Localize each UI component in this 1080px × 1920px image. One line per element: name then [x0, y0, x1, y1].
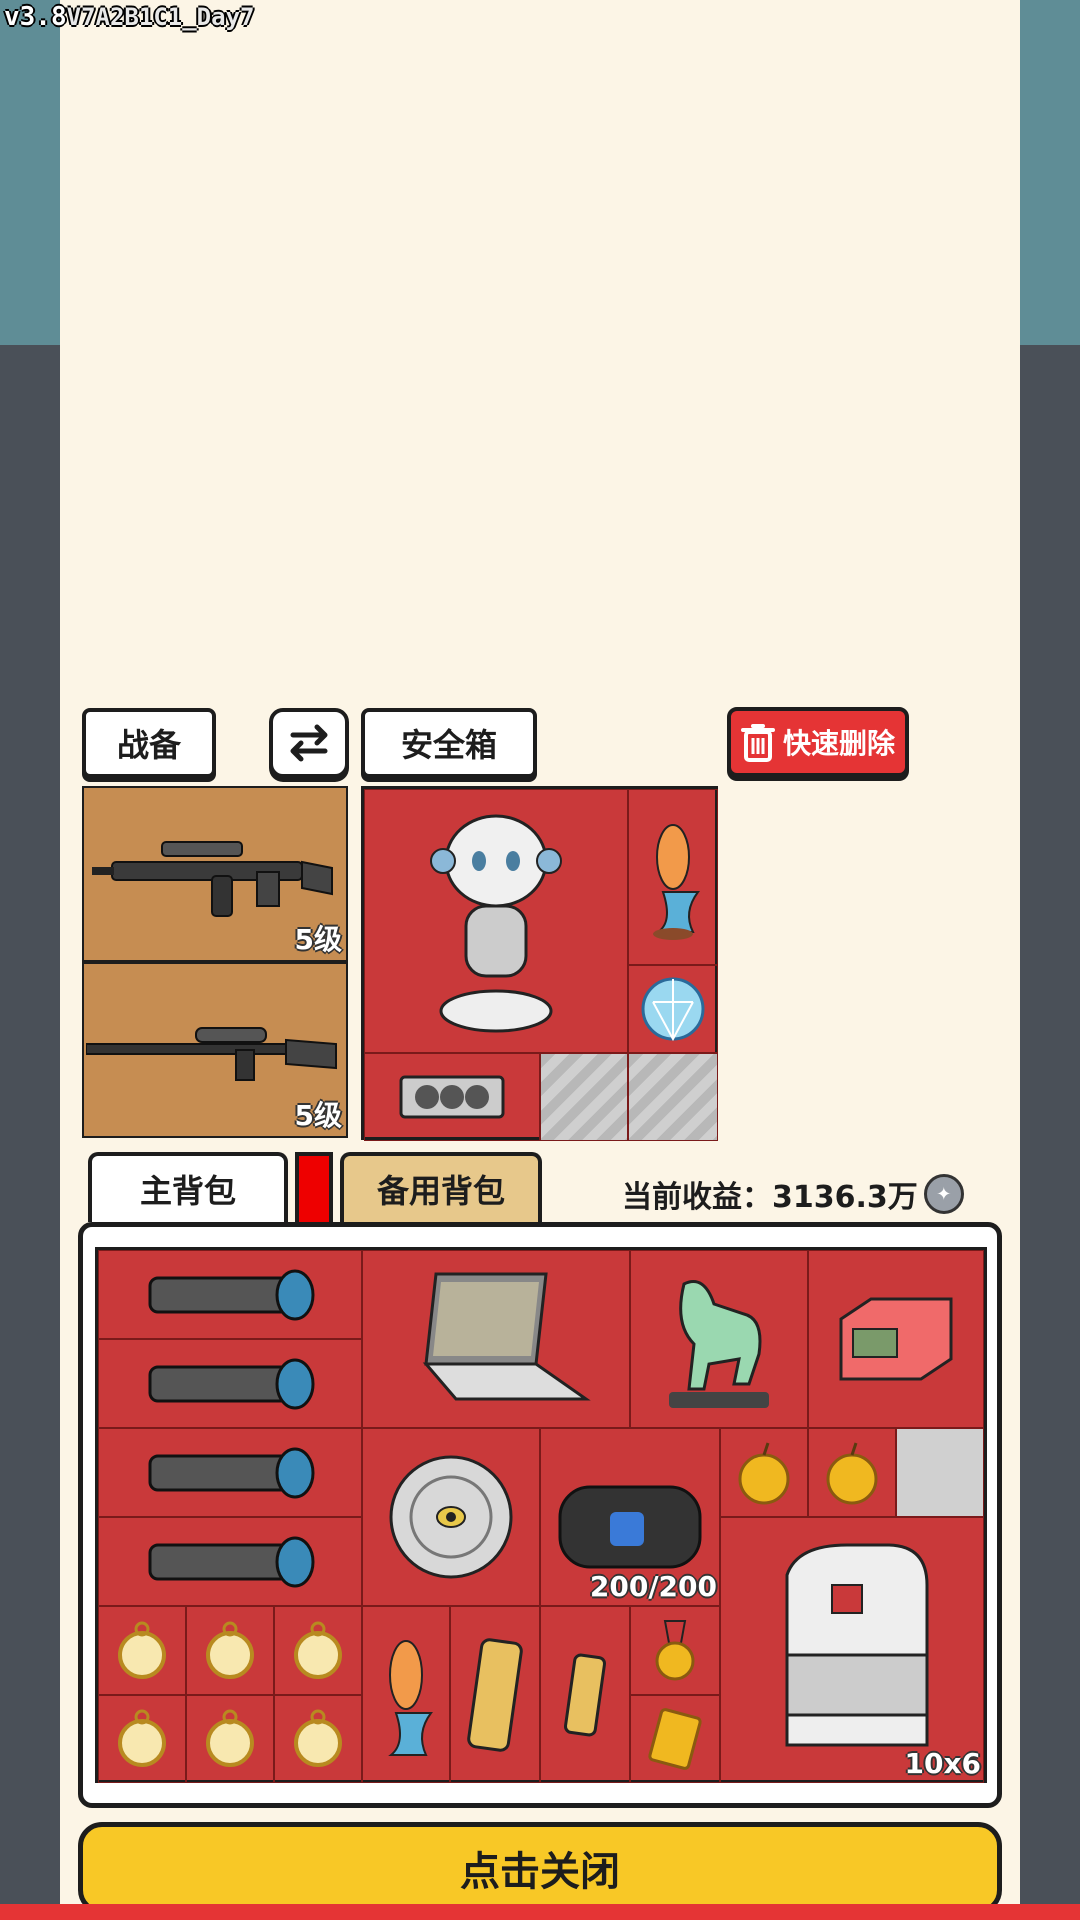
swap-button[interactable]	[269, 708, 349, 778]
close-button[interactable]: 点击关闭	[78, 1822, 1002, 1914]
bag-item-gold-card[interactable]	[630, 1695, 720, 1783]
main-bag-grid: 200/200 10x6	[95, 1247, 987, 1783]
medal-icon	[655, 1619, 695, 1680]
koi-fish-statue-icon	[653, 824, 700, 940]
red-device-icon	[839, 1297, 953, 1381]
bag-item-medal[interactable]	[630, 1606, 720, 1695]
bag-item-gold-bar-large[interactable]	[450, 1606, 540, 1783]
tab-main-bag[interactable]: 主背包	[88, 1152, 288, 1222]
camera-lens-icon	[148, 1447, 315, 1498]
bag-item-jade-horse[interactable]	[630, 1250, 808, 1428]
bag-empty-slot[interactable]	[896, 1428, 984, 1517]
safebox-slot-robot[interactable]	[364, 789, 628, 1053]
pocket-watch-icon	[206, 1621, 254, 1679]
version-label: v3.8V7A2B1C1_Day7	[4, 2, 255, 32]
pocket-watch-icon	[118, 1621, 166, 1679]
camera-lens-icon	[148, 1358, 315, 1409]
safebox-locked-slot-1	[540, 1053, 628, 1141]
camera-lens-icon	[148, 1269, 315, 1320]
koi-fish-statue-icon	[388, 1639, 433, 1756]
bottom-red-bar	[0, 1904, 1080, 1920]
gold-card-icon	[648, 1708, 702, 1770]
ornate-plate-icon	[389, 1455, 513, 1579]
weapon-2-level: 5级	[294, 1099, 342, 1132]
safebox-slot-diamond[interactable]	[628, 965, 718, 1053]
bag-item-watch-6[interactable]	[274, 1695, 362, 1783]
safebox-grid	[361, 786, 718, 1141]
tab-backup-bag[interactable]: 备用背包	[340, 1152, 542, 1222]
backpack-icon	[785, 1543, 929, 1747]
bag-item-laptop[interactable]	[362, 1250, 630, 1428]
bag-size-label: 10x6	[904, 1747, 981, 1780]
gold-bar-icon	[467, 1637, 523, 1752]
jade-horse-statue-icon	[669, 1280, 769, 1408]
bag-item-watch-4[interactable]	[98, 1695, 186, 1783]
golden-apple-icon	[738, 1442, 790, 1504]
gear-tab-button[interactable]: 战备	[82, 708, 216, 778]
duffel-bag-capacity: 200/200	[589, 1570, 717, 1603]
bag-item-lens-4[interactable]	[98, 1517, 362, 1606]
bag-item-lens-3[interactable]	[98, 1428, 362, 1517]
trash-icon	[740, 724, 775, 762]
gold-bar-icon	[563, 1653, 607, 1736]
bag-item-red-device[interactable]	[808, 1250, 984, 1428]
bag-item-watch-1[interactable]	[98, 1606, 186, 1695]
quick-delete-button[interactable]: 快速删除	[727, 707, 909, 777]
graphics-card-icon	[399, 1075, 505, 1119]
main-bag-frame: 200/200 10x6	[78, 1222, 1002, 1808]
weapon-slot-2[interactable]: 5级	[82, 962, 348, 1138]
safebox-slot-koi[interactable]	[628, 789, 718, 965]
pocket-watch-icon	[294, 1621, 342, 1679]
laptop-icon	[422, 1272, 591, 1401]
duffel-bag-icon	[558, 1485, 702, 1569]
pocket-watch-icon	[294, 1709, 342, 1767]
background-sky-right	[1020, 0, 1080, 345]
weapon-1-level: 5级	[294, 923, 342, 956]
pocket-watch-icon	[118, 1709, 166, 1767]
bag-item-lens-2[interactable]	[98, 1339, 362, 1428]
safebox-slot-gpu[interactable]	[364, 1053, 540, 1141]
bag-item-duffel-bag[interactable]: 200/200	[540, 1428, 720, 1606]
bag-item-watch-3[interactable]	[274, 1606, 362, 1695]
bag-item-golden-apple-2[interactable]	[808, 1428, 896, 1517]
background-sky-left	[0, 0, 60, 345]
bag-item-ornate-plate[interactable]	[362, 1428, 540, 1606]
assault-rifle-icon	[92, 841, 333, 917]
diamond-icon	[641, 977, 705, 1042]
safebox-locked-slot-2	[628, 1053, 718, 1141]
earnings-display: 当前收益：3136.3万 ✦	[622, 1172, 964, 1216]
golden-apple-icon	[826, 1442, 878, 1504]
sniper-rifle-icon	[86, 1027, 337, 1081]
bag-item-lens-1[interactable]	[98, 1250, 362, 1339]
swap-arrows-icon	[290, 724, 328, 762]
tab-separator	[295, 1152, 333, 1222]
bag-item-watch-5[interactable]	[186, 1695, 274, 1783]
coin-icon: ✦	[923, 1174, 964, 1214]
safebox-tab-button[interactable]: 安全箱	[361, 708, 537, 778]
bag-item-watch-2[interactable]	[186, 1606, 274, 1695]
bag-item-golden-apple-1[interactable]	[720, 1428, 808, 1517]
pocket-watch-icon	[206, 1709, 254, 1767]
camera-lens-icon	[148, 1536, 315, 1587]
bag-item-gold-bar-small[interactable]	[540, 1606, 630, 1783]
bag-item-backpack[interactable]: 10x6	[720, 1517, 984, 1783]
bag-item-koi[interactable]	[362, 1606, 450, 1783]
robot-figure-icon	[430, 814, 562, 1033]
earnings-label: 当前收益：3136.3万	[622, 1180, 918, 1215]
weapon-slot-1[interactable]: 5级	[82, 786, 348, 962]
